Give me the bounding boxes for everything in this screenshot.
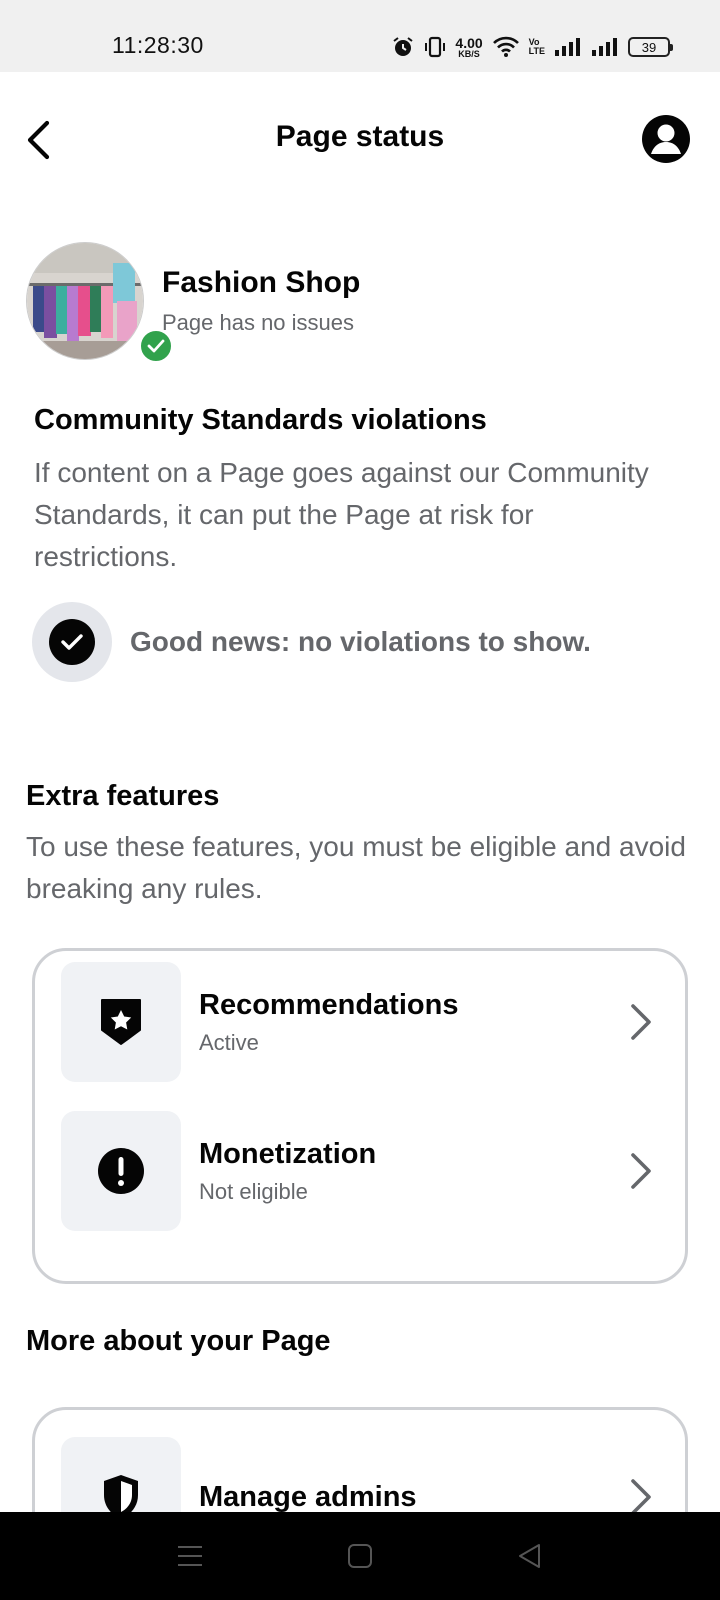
chevron-right-icon xyxy=(621,992,661,1052)
vibrate-icon xyxy=(424,35,446,59)
monetization-text: Monetization Not eligible xyxy=(199,1138,621,1205)
feature-status: Active xyxy=(199,1029,259,1055)
extra-features-title: Extra features xyxy=(26,780,220,812)
navigation-bar xyxy=(0,1512,720,1600)
menu-icon xyxy=(178,1546,202,1566)
wifi-icon xyxy=(492,36,520,58)
profile-button[interactable] xyxy=(641,114,691,164)
features-card: Recommendations Active Monetization Not … xyxy=(32,948,688,1284)
check-circle xyxy=(32,602,112,682)
volte-label: Vo LTE xyxy=(528,37,545,56)
feature-title: Recommendations xyxy=(199,988,459,1021)
community-standards-description: If content on a Page goes against our Co… xyxy=(34,457,649,572)
more-about-title: More about your Page xyxy=(26,1325,331,1357)
recommendations-row[interactable]: Recommendations Active xyxy=(61,961,661,1083)
community-standards-title: Community Standards violations xyxy=(34,404,487,436)
more-item-title: Manage admins xyxy=(199,1480,417,1513)
system-back-button[interactable] xyxy=(508,1534,552,1578)
recent-apps-button[interactable] xyxy=(168,1534,212,1578)
avatar xyxy=(26,242,144,360)
manage-admins-text: Manage admins xyxy=(199,1481,621,1514)
good-news-text: Good news: no violations to show. xyxy=(130,626,591,657)
star-shield-icon xyxy=(61,962,181,1082)
page-status-text: Page has no issues xyxy=(162,310,355,335)
page-name: Fashion Shop xyxy=(162,266,361,299)
monetization-row[interactable]: Monetization Not eligible xyxy=(61,1110,661,1232)
home-icon xyxy=(348,1544,372,1568)
signal-icon xyxy=(554,37,582,57)
check-icon xyxy=(49,619,95,665)
home-button[interactable] xyxy=(338,1534,382,1578)
feature-title: Monetization xyxy=(199,1137,377,1170)
status-icons: 4.00 KB/S Vo LTE 39 xyxy=(391,34,673,60)
battery-level: 39 xyxy=(641,39,657,55)
back-icon xyxy=(519,1544,540,1568)
recommendations-text: Recommendations Active xyxy=(199,989,621,1056)
alert-icon xyxy=(61,1111,181,1231)
signal-icon xyxy=(591,37,619,57)
check-icon xyxy=(147,339,165,353)
status-bar: 11:28:30 4.00 KB/S Vo LTE 39 xyxy=(0,0,720,72)
header: Page status xyxy=(0,72,720,208)
network-speed: 4.00 KB/S xyxy=(455,34,483,59)
extra-features-description: To use these features, you must be eligi… xyxy=(26,831,686,904)
no-violations-notice: Good news: no violations to show. xyxy=(32,602,591,682)
status-time: 11:28:30 xyxy=(112,32,204,58)
alarm-icon xyxy=(391,35,415,59)
page-title: Page status xyxy=(275,120,445,153)
feature-status: Not eligible xyxy=(199,1178,308,1204)
chevron-right-icon xyxy=(621,1141,661,1201)
profile-icon xyxy=(642,115,690,163)
page-avatar[interactable] xyxy=(26,242,174,366)
battery-icon: 39 xyxy=(628,37,673,57)
